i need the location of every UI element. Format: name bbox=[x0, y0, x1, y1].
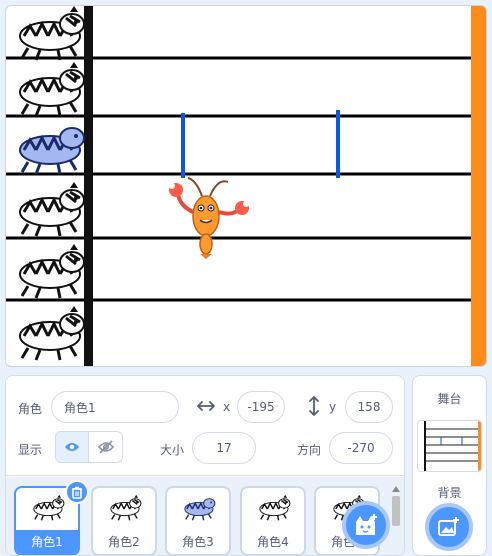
sprite-tile-2[interactable]: 角色2 bbox=[91, 486, 157, 555]
zebra-sprite-1[interactable] bbox=[18, 6, 86, 62]
sprite-tile-4[interactable]: 角色4 bbox=[240, 486, 306, 555]
marker-right bbox=[336, 110, 340, 178]
size-label: 大小 bbox=[160, 443, 185, 457]
zebra-sprite-5[interactable] bbox=[18, 242, 86, 300]
y-input[interactable]: 158 bbox=[345, 391, 393, 423]
stage-thumbnail[interactable] bbox=[417, 420, 482, 472]
cat-plus-icon bbox=[356, 514, 377, 535]
trash-icon bbox=[72, 486, 82, 499]
vertical-arrows-icon bbox=[309, 396, 319, 416]
show-label: 显示 bbox=[18, 443, 43, 457]
sprite-info-panel: 角色 角色1 x -195 y 158 显示 大小 17 方向 -270 角色1… bbox=[5, 375, 405, 556]
visibility-toggle bbox=[55, 431, 123, 463]
lobster-sprite[interactable] bbox=[166, 176, 254, 260]
stage-thumbnail-image bbox=[418, 421, 481, 471]
horizontal-arrows-icon bbox=[197, 401, 215, 411]
add-sprite-button[interactable] bbox=[342, 501, 390, 549]
direction-label: 方向 bbox=[297, 443, 322, 457]
eye-icon bbox=[65, 443, 79, 451]
zebra-thumbnail bbox=[259, 494, 291, 521]
hide-button[interactable] bbox=[89, 432, 122, 462]
stage-selector-panel[interactable]: 舞台 背景 bbox=[412, 375, 487, 556]
zebra-sprite-6[interactable] bbox=[18, 304, 86, 362]
sprite-tile-3[interactable]: 角色3 bbox=[165, 486, 231, 555]
image-plus-icon bbox=[438, 517, 459, 536]
sprite-tile-label: 角色2 bbox=[93, 530, 155, 554]
eye-slash-icon bbox=[97, 440, 114, 454]
zebra-sprite-4[interactable] bbox=[18, 180, 86, 238]
marker-left bbox=[181, 113, 185, 178]
sprite-properties: 角色 角色1 x -195 y 158 显示 大小 17 方向 -270 bbox=[6, 376, 404, 476]
direction-input[interactable]: -270 bbox=[329, 432, 393, 464]
scroll-thumb[interactable] bbox=[392, 496, 400, 526]
start-line bbox=[84, 6, 93, 366]
y-label: y bbox=[329, 400, 337, 414]
size-input[interactable]: 17 bbox=[192, 432, 256, 464]
sprite-tile-label: 角色1 bbox=[16, 530, 78, 554]
sprite-name-input[interactable]: 角色1 bbox=[51, 391, 179, 423]
zebra-thumbnail bbox=[110, 494, 142, 521]
show-button[interactable] bbox=[56, 432, 90, 462]
stage-title: 舞台 bbox=[437, 392, 462, 406]
scroll-up-arrow-icon bbox=[392, 486, 400, 492]
zebra-sprite-3[interactable] bbox=[18, 126, 86, 176]
x-label: x bbox=[223, 400, 231, 414]
sprite-name-label: 角色 bbox=[18, 402, 43, 416]
stage[interactable] bbox=[5, 5, 487, 367]
sprite-list-scrollbar[interactable] bbox=[390, 486, 402, 554]
x-input[interactable]: -195 bbox=[237, 391, 285, 423]
sprite-tile-label: 角色3 bbox=[167, 530, 229, 554]
add-backdrop-button[interactable] bbox=[425, 503, 473, 551]
sprite-tile-label: 角色4 bbox=[242, 530, 304, 554]
zebra-sprite-2[interactable] bbox=[18, 60, 86, 118]
delete-sprite-button[interactable] bbox=[65, 480, 89, 504]
backdrop-label: 背景 bbox=[437, 486, 462, 500]
zebra-thumbnail bbox=[184, 497, 216, 521]
finish-bar bbox=[471, 6, 486, 366]
